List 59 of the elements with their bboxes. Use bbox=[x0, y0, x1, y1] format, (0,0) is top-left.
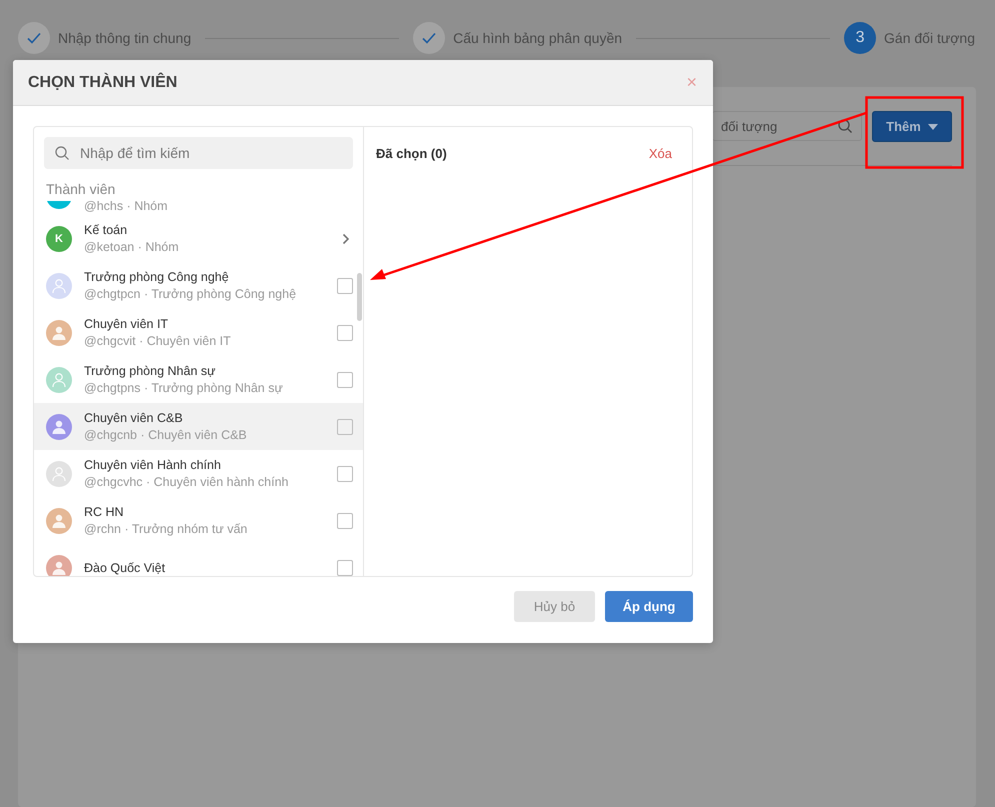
avatar: K bbox=[46, 226, 72, 252]
checkbox[interactable] bbox=[337, 418, 353, 434]
member-row[interactable]: Chuyên viên IT @chgcvit · Chuyên viên IT bbox=[34, 309, 363, 356]
member-name: Chuyên viên Hành chính bbox=[84, 458, 222, 472]
check-icon bbox=[26, 30, 42, 46]
member-row[interactable]: Trưởng phòng Công nghệ @chgtpcn · Trưởng phòng Công nghệ bbox=[34, 262, 363, 309]
chevron-right-icon[interactable] bbox=[342, 232, 350, 244]
search-value: đối tượng bbox=[721, 118, 778, 134]
member-row[interactable]: Đào Quốc Việt bbox=[34, 544, 363, 576]
member-subtitle: @chgtpcn · Trưởng phòng Công nghệ bbox=[84, 287, 298, 301]
add-button[interactable]: Thêm bbox=[872, 111, 952, 142]
checkbox[interactable] bbox=[337, 324, 353, 340]
member-subtitle: @chgcvit · Chuyên viên IT bbox=[84, 334, 232, 348]
caret-icon bbox=[928, 124, 938, 130]
step-label: Cấu hình bảng phân quyền bbox=[453, 30, 622, 46]
dialog-title: CHỌN THÀNH VIÊN bbox=[28, 74, 178, 92]
checkbox[interactable] bbox=[337, 466, 353, 482]
member-name: Chuyên viên C&B bbox=[84, 411, 184, 425]
member-row[interactable]: K Kế toán @ketoan · Nhóm bbox=[34, 215, 363, 262]
apply-button[interactable]: Áp dụng bbox=[605, 591, 693, 622]
checkbox[interactable] bbox=[337, 512, 353, 528]
selected-count: Đã chọn (0) bbox=[376, 146, 447, 161]
person-icon bbox=[51, 324, 67, 340]
step-label: Nhập thông tin chung bbox=[58, 30, 192, 46]
member-name: Trưởng phòng Công nghệ bbox=[84, 270, 230, 284]
step-label: Gán đối tượng bbox=[884, 30, 975, 46]
member-row[interactable]: Chuyên viên C&B @chgcnb · Chuyên viên C&B bbox=[34, 403, 363, 450]
checkbox[interactable] bbox=[337, 278, 353, 294]
member-subtitle: @ketoan · Nhóm bbox=[84, 240, 180, 254]
member-name: Trưởng phòng Nhân sự bbox=[84, 364, 216, 378]
clear-link[interactable]: Xóa bbox=[648, 146, 672, 161]
check-icon bbox=[421, 30, 438, 46]
member-row[interactable]: Chuyên viên Hành chính @chgcvhc · Chuyên viên hành chính bbox=[34, 450, 363, 497]
checkbox[interactable] bbox=[337, 372, 353, 388]
member-subtitle: @chgtpns · Trưởng phòng Nhân sự bbox=[84, 381, 284, 395]
member-subtitle: @chgcnb · Chuyên viên C&B bbox=[84, 428, 248, 442]
member-subtitle: @hchs · Nhóm bbox=[84, 201, 169, 213]
section-label: Thành viên bbox=[46, 181, 116, 197]
person-icon bbox=[51, 560, 67, 576]
search-icon bbox=[54, 145, 70, 161]
scrollbar[interactable] bbox=[357, 273, 362, 321]
member-row[interactable]: Trưởng phòng Nhân sự @chgtpns · Trưởng phòng Nhân sự bbox=[34, 356, 363, 403]
member-subtitle: @chgcvhc · Chuyên viên hành chính bbox=[84, 475, 290, 489]
member-row[interactable]: RC HN @rchn · Trưởng nhóm tư vấn bbox=[34, 497, 363, 544]
checkbox[interactable] bbox=[337, 560, 353, 576]
person-icon bbox=[51, 466, 67, 482]
person-icon bbox=[51, 372, 67, 388]
member-name: Đào Quốc Việt bbox=[84, 560, 166, 574]
search-input[interactable]: Nhập để tìm kiếm bbox=[78, 136, 343, 170]
search-icon bbox=[837, 118, 853, 134]
member-name: RC HN bbox=[84, 505, 125, 519]
person-icon bbox=[51, 418, 67, 434]
search-field[interactable]: Nhập để tìm kiếm bbox=[44, 137, 353, 169]
person-icon bbox=[51, 512, 67, 528]
member-name: Kế toán bbox=[84, 223, 128, 237]
person-icon bbox=[51, 278, 67, 294]
step-number: 3 bbox=[856, 29, 864, 47]
member-subtitle: @rchn · Trưởng nhóm tư vấn bbox=[84, 522, 248, 536]
member-name: Chuyên viên IT bbox=[84, 317, 170, 331]
